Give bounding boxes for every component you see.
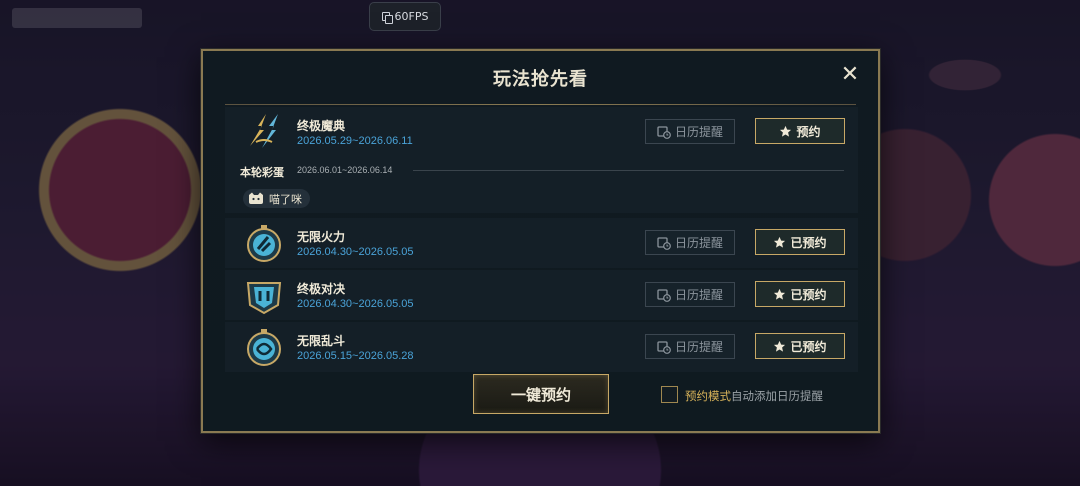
- easter-egg-date: 2026.06.01~2026.06.14: [297, 165, 393, 175]
- auto-add-highlight: 预约模式: [685, 389, 731, 403]
- fps-label: 60FPS: [394, 10, 429, 23]
- reserved-button[interactable]: 已预约: [755, 333, 845, 359]
- urf-icon: [247, 225, 281, 262]
- mode-date: 2026.04.30~2026.05.05: [297, 246, 414, 258]
- top-left-hud: [12, 8, 142, 28]
- close-icon[interactable]: ✕: [841, 62, 859, 87]
- bulk-reserve-button[interactable]: 一键预约: [473, 374, 609, 414]
- easter-egg-chip[interactable]: 喵了咪: [243, 189, 310, 208]
- star-icon: [774, 288, 786, 300]
- auto-add-rest: 自动添加日历提醒: [731, 389, 823, 403]
- calendar-reminder-button[interactable]: 日历提醒: [645, 282, 735, 307]
- calendar-reminder-label: 日历提醒: [674, 288, 723, 302]
- mode-date: 2026.05.15~2026.05.28: [297, 350, 414, 362]
- star-icon: [774, 236, 786, 248]
- title-divider: [225, 104, 856, 105]
- lightning-bolt-icon: [250, 114, 278, 148]
- calendar-reminder-button[interactable]: 日历提醒: [645, 334, 735, 359]
- easter-egg-label: 本轮彩蛋: [240, 166, 284, 179]
- calendar-reminder-label: 日历提醒: [674, 340, 723, 354]
- star-icon: [774, 340, 786, 352]
- reserved-button[interactable]: 已预约: [755, 281, 845, 307]
- ultimate-duel-icon: [246, 282, 282, 315]
- mode-row-infinite-brawl: 无限乱斗 2026.05.15~2026.05.28 日历提醒 已预约: [225, 322, 858, 372]
- easter-egg-divider: [413, 170, 844, 171]
- reserved-label: 已预约: [790, 235, 827, 250]
- mode-date: 2026.05.29~2026.06.11: [297, 135, 413, 147]
- preview-modes-dialog: 玩法抢先看 ✕ 终极魔典 2026.05.29~2026.06.11 日历提醒 …: [201, 49, 880, 433]
- star-icon: [780, 125, 792, 137]
- mode-row-ultimate-duel: 终极对决 2026.04.30~2026.05.05 日历提醒 已预约: [225, 270, 858, 320]
- mode-row-urf: 无限火力 2026.04.30~2026.05.05 日历提醒 已预约: [225, 218, 858, 268]
- mode-name: 无限火力: [297, 230, 346, 244]
- dialog-title: 玩法抢先看: [493, 69, 588, 90]
- mode-name: 无限乱斗: [297, 334, 346, 348]
- infinite-brawl-icon: [247, 329, 281, 366]
- reserved-button[interactable]: 已预约: [755, 229, 845, 255]
- calendar-clock-icon: [657, 288, 671, 302]
- fps-counter: 60FPS: [369, 2, 441, 31]
- copy-icon: [381, 12, 393, 24]
- easter-egg-chip-label: 喵了咪: [269, 192, 302, 206]
- reserved-label: 已预约: [790, 287, 827, 302]
- auto-add-calendar-label: 预约模式自动添加日历提醒: [685, 388, 823, 404]
- reserve-label: 预约: [796, 124, 821, 139]
- calendar-reminder-label: 日历提醒: [674, 125, 723, 139]
- calendar-clock-icon: [657, 125, 671, 139]
- calendar-reminder-button[interactable]: 日历提醒: [645, 119, 735, 144]
- mode-date: 2026.04.30~2026.05.05: [297, 298, 414, 310]
- calendar-clock-icon: [657, 236, 671, 250]
- auto-add-calendar-checkbox[interactable]: [661, 386, 678, 403]
- cat-icon: [249, 192, 263, 204]
- reserved-label: 已预约: [790, 339, 827, 354]
- close-button[interactable]: ✕: [840, 62, 860, 87]
- mode-name: 终极魔典: [297, 119, 346, 133]
- calendar-clock-icon: [657, 340, 671, 354]
- mode-row-featured: 终极魔典 2026.05.29~2026.06.11 日历提醒 预约 本轮彩蛋 …: [225, 107, 858, 213]
- mode-name: 终极对决: [297, 282, 346, 296]
- reserve-button[interactable]: 预约: [755, 118, 845, 144]
- calendar-reminder-label: 日历提醒: [674, 236, 723, 250]
- calendar-reminder-button[interactable]: 日历提醒: [645, 230, 735, 255]
